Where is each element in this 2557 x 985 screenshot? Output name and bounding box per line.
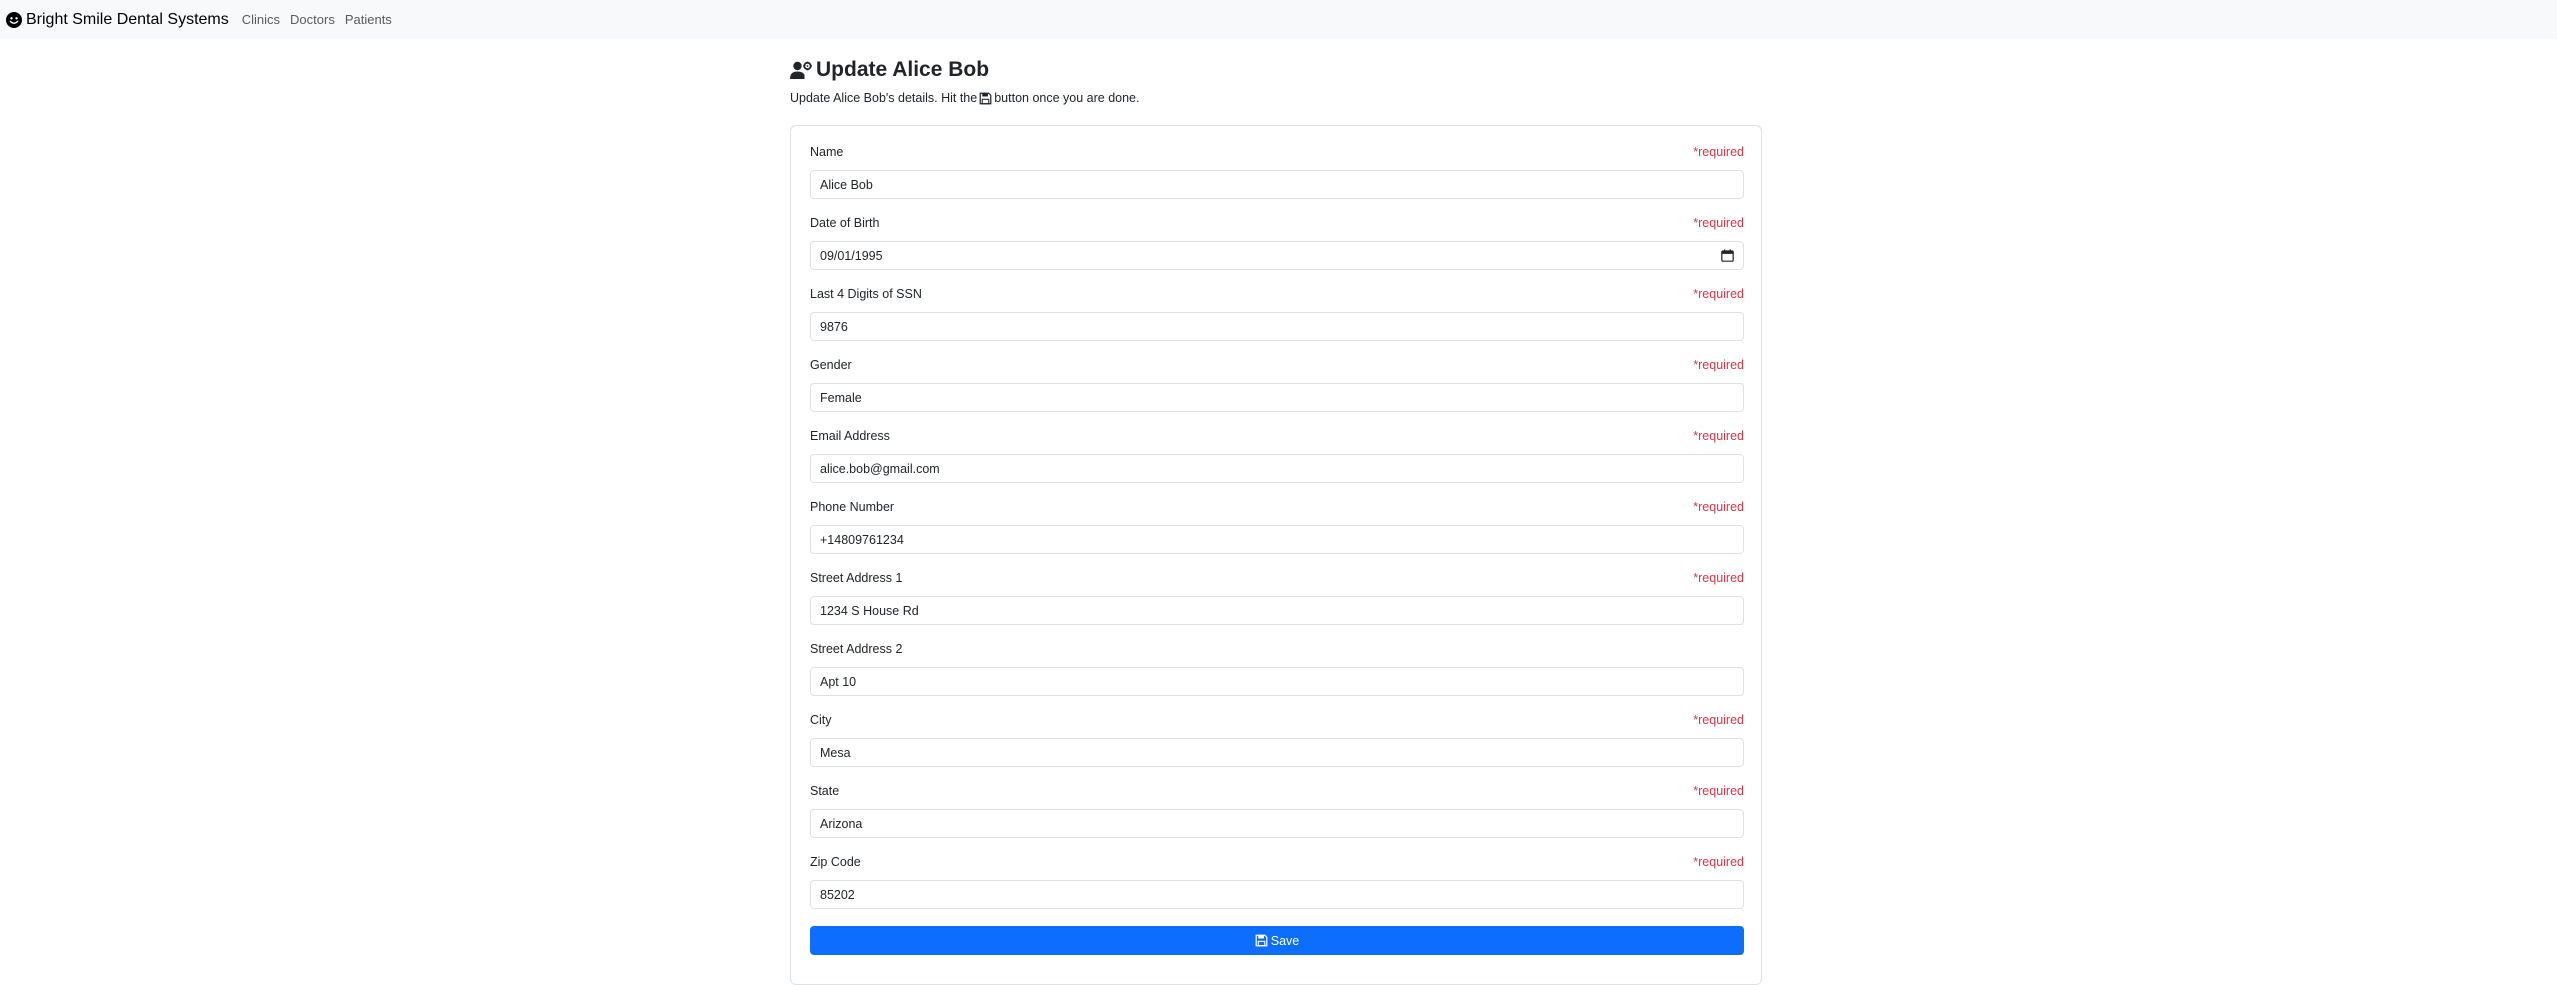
input-value: alice.bob@gmail.com: [820, 461, 940, 476]
phone-input[interactable]: +14809761234: [810, 525, 1744, 554]
field-label: State: [810, 784, 840, 798]
top-navbar: Bright Smile Dental Systems Clinics Doct…: [0, 0, 2557, 39]
brand-link[interactable]: Bright Smile Dental Systems: [6, 11, 229, 29]
zip-code-input[interactable]: 85202: [810, 880, 1744, 909]
field-city: City *required Mesa: [810, 711, 1744, 767]
field-gender: Gender *required Female: [810, 356, 1744, 412]
field-label: City: [810, 713, 832, 727]
state-input[interactable]: Arizona: [810, 809, 1744, 838]
nav-link-doctors[interactable]: Doctors: [290, 12, 335, 27]
floppy-disk-icon: [1255, 934, 1268, 947]
page-title-text: Update Alice Bob: [816, 58, 990, 81]
field-label: Gender: [810, 358, 852, 372]
field-zip-code: Zip Code *required 85202: [810, 853, 1744, 909]
field-label: Email Address: [810, 429, 890, 443]
field-label: Zip Code: [810, 855, 861, 869]
required-indicator: *required: [1693, 287, 1744, 301]
input-value: 9876: [820, 319, 848, 334]
field-label: Street Address 1: [810, 571, 903, 585]
subtitle-text-after: button once you are done.: [994, 91, 1140, 105]
field-date-of-birth: Date of Birth *required 09/01/1995: [810, 214, 1744, 270]
subtitle-text-before: Update Alice Bob's details. Hit the: [790, 91, 978, 105]
required-indicator: *required: [1693, 216, 1744, 230]
field-label: Date of Birth: [810, 216, 880, 230]
date-of-birth-input[interactable]: 09/01/1995: [810, 241, 1744, 270]
input-value: Apt 10: [820, 674, 857, 689]
page-title: Update Alice Bob: [790, 56, 1762, 84]
floppy-disk-icon: [979, 92, 992, 104]
name-input[interactable]: Alice Bob: [810, 170, 1744, 199]
required-indicator: *required: [1693, 145, 1744, 159]
street-address-1-input[interactable]: 1234 S House Rd: [810, 596, 1744, 625]
field-label: Last 4 Digits of SSN: [810, 287, 922, 301]
input-value: 1234 S House Rd: [820, 603, 919, 618]
input-value: Arizona: [820, 816, 863, 831]
required-indicator: *required: [1693, 358, 1744, 372]
brand-name: Bright Smile Dental Systems: [26, 10, 229, 28]
field-ssn-last-4: Last 4 Digits of SSN *required 9876: [810, 285, 1744, 341]
input-value: Alice Bob: [820, 177, 873, 192]
input-value: +14809761234: [820, 532, 904, 547]
page-header: Update Alice Bob Update Alice Bob's deta…: [790, 56, 1762, 105]
save-button-label: Save: [1270, 933, 1300, 948]
nav-link-patients[interactable]: Patients: [345, 12, 392, 27]
required-indicator: *required: [1693, 784, 1744, 798]
city-input[interactable]: Mesa: [810, 738, 1744, 767]
required-indicator: *required: [1693, 855, 1744, 869]
page-subtitle: Update Alice Bob's details. Hit the butt…: [790, 91, 1762, 105]
save-button[interactable]: Save: [810, 926, 1744, 955]
input-value: Female: [820, 390, 862, 405]
ssn-last-4-input[interactable]: 9876: [810, 312, 1744, 341]
email-input[interactable]: alice.bob@gmail.com: [810, 454, 1744, 483]
field-name: Name *required Alice Bob: [810, 143, 1744, 199]
required-indicator: *required: [1693, 713, 1744, 727]
required-indicator: *required: [1693, 571, 1744, 585]
field-email: Email Address *required alice.bob@gmail.c…: [810, 427, 1744, 483]
smile-icon: [6, 11, 22, 28]
field-street-address-1: Street Address 1 *required 1234 S House R…: [810, 569, 1744, 625]
field-label: Phone Number: [810, 500, 895, 514]
field-label: Name: [810, 145, 844, 159]
user-gear-icon: [790, 61, 812, 79]
required-indicator: *required: [1693, 500, 1744, 514]
calendar-icon[interactable]: [1721, 249, 1734, 262]
field-street-address-2: Street Address 2 Apt 10: [810, 640, 1744, 696]
input-value: 09/01/1995: [820, 248, 883, 263]
field-phone: Phone Number *required +14809761234: [810, 498, 1744, 554]
update-patient-form: Name *required Alice Bob Date of Birth *re…: [790, 125, 1762, 985]
input-value: Mesa: [820, 745, 851, 760]
field-state: State *required Arizona: [810, 782, 1744, 838]
field-label: Street Address 2: [810, 642, 903, 656]
gender-input[interactable]: Female: [810, 383, 1744, 412]
input-value: 85202: [820, 887, 855, 902]
nav-links: Clinics Doctors Patients: [242, 12, 402, 27]
nav-link-clinics[interactable]: Clinics: [242, 12, 280, 27]
required-indicator: *required: [1693, 429, 1744, 443]
street-address-2-input[interactable]: Apt 10: [810, 667, 1744, 696]
